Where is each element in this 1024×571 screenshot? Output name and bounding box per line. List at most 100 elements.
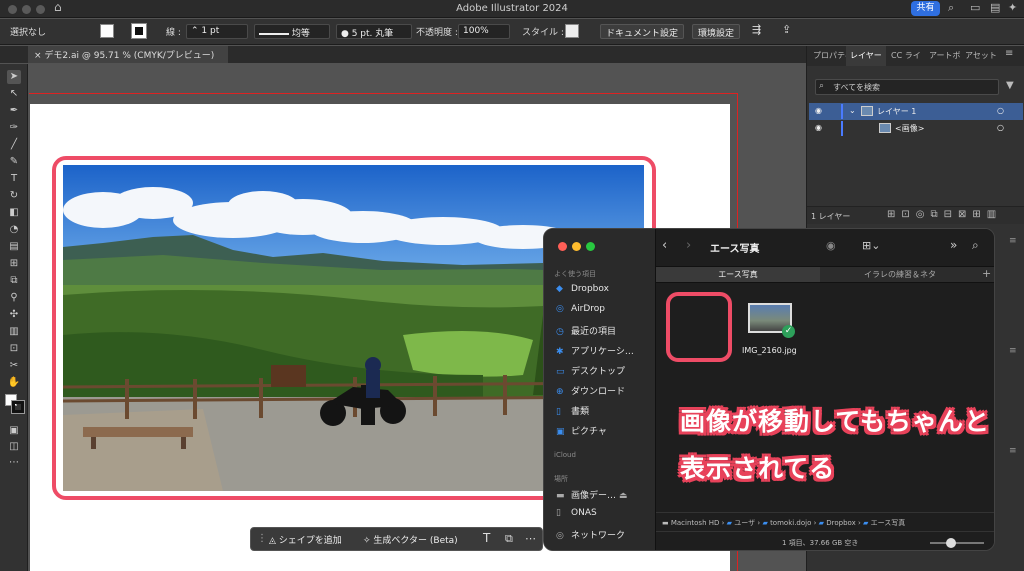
filter-icon[interactable]: ▼	[1006, 80, 1014, 91]
tab-layers[interactable]: レイヤー	[846, 46, 886, 66]
align-icon[interactable]: ⇶	[752, 23, 761, 36]
extensions-icon[interactable]: ✦	[1008, 1, 1017, 14]
sidebar-item-applications[interactable]: ✱ アプリケーシ…	[556, 344, 634, 357]
layers-footer-actions-icon[interactable]: ⊞⊡◎⧉⊟⊠⊞▥	[887, 209, 1002, 220]
add-shape-button[interactable]: ◬ シェイプを追加	[269, 533, 342, 546]
curvature-tool-icon[interactable]: ✑	[7, 121, 21, 135]
arrange-icon[interactable]: ▤	[990, 1, 1000, 14]
preferences-button[interactable]: 環境設定	[692, 24, 741, 39]
sidebar-item-disk[interactable]: ▬ 画像デー… ⏏	[556, 488, 627, 501]
sidebar-item-recents[interactable]: ◷ 最近の項目	[556, 324, 616, 337]
fill-swatch[interactable]	[100, 24, 114, 38]
icon-size-slider-knob[interactable]	[946, 538, 956, 548]
eraser-tool-icon[interactable]: ◧	[7, 206, 21, 220]
style-swatch[interactable]	[565, 24, 579, 38]
finder-tab-active[interactable]: エース写真	[656, 267, 820, 282]
line-tool-icon[interactable]: ╱	[7, 138, 21, 152]
direct-selection-tool-icon[interactable]: ↖	[7, 87, 21, 101]
pen-tool-icon[interactable]: ✒	[7, 104, 21, 118]
sidebar-item-airdrop[interactable]: ◎ AirDrop	[556, 304, 605, 314]
drag-handle-icon[interactable]: ⋮	[257, 533, 267, 544]
eject-icon[interactable]: ⏏	[616, 491, 628, 501]
tab-assets[interactable]: アセット	[965, 50, 997, 61]
selection-tool-icon[interactable]: ➤	[7, 70, 21, 84]
target-circle-icon[interactable]: ○	[997, 123, 1004, 132]
finder-search-icon[interactable]: ⌕	[972, 238, 979, 253]
finder-tab-second[interactable]: イラレの練習＆ネタ	[822, 267, 978, 282]
dropbox-icon: ◆	[556, 284, 563, 294]
layer-row-1[interactable]: ◉ ⌄ レイヤー 1 ○	[809, 103, 1023, 120]
path-item[interactable]: Macintosh HD	[671, 519, 720, 527]
sidebar-item-dropbox[interactable]: ◆ Dropbox	[556, 284, 609, 294]
draw-mode-icon[interactable]: ◫	[7, 440, 21, 454]
sidebar-item-network[interactable]: ◎ ネットワーク	[556, 528, 625, 541]
file-name[interactable]: IMG_2160.jpg	[742, 346, 797, 355]
type-tool-icon[interactable]: T	[7, 172, 21, 186]
search-icon[interactable]: ⌕	[948, 1, 954, 15]
forward-chevron-icon[interactable]: ›	[686, 238, 691, 253]
stroke-swatch[interactable]	[131, 23, 147, 39]
icon-size-slider[interactable]	[930, 542, 984, 544]
share-button[interactable]: 共有	[911, 1, 940, 16]
path-item[interactable]: Dropbox	[826, 519, 856, 527]
expand-chevron-icon[interactable]: ⌄	[849, 106, 856, 115]
blend-tool-icon[interactable]: ⧉	[7, 274, 21, 288]
gradient-tool-icon[interactable]: ▤	[7, 240, 21, 254]
artboard-tool-icon[interactable]: ⊡	[7, 342, 21, 356]
target-circle-icon[interactable]: ○	[997, 106, 1004, 115]
sidebar-item-downloads[interactable]: ⊕ ダウンロード	[556, 384, 625, 397]
sidebar-item-pictures[interactable]: ▣ ピクチャ	[556, 424, 607, 437]
collapsed-panel-icon[interactable]: ≡	[1009, 236, 1017, 246]
airdrop-toolbar-icon[interactable]: ◉	[826, 239, 836, 252]
back-chevron-icon[interactable]: ‹	[662, 238, 667, 253]
tab-cc-libraries[interactable]: CC ライ	[891, 50, 921, 61]
finder-close-button[interactable]	[558, 242, 567, 251]
visibility-eye-icon[interactable]: ◉	[815, 106, 822, 115]
visibility-eye-icon[interactable]: ◉	[815, 123, 822, 132]
tab-artboards[interactable]: アートボ	[929, 50, 961, 61]
generative-vector-button[interactable]: ✧ 生成ベクター (Beta)	[363, 533, 458, 546]
opacity-field[interactable]: 100%	[458, 24, 510, 39]
sublayer-name[interactable]: <画像>	[895, 123, 924, 134]
finder-minimize-button[interactable]	[572, 242, 581, 251]
graph-tool-icon[interactable]: ▥	[7, 325, 21, 339]
new-tab-plus-icon[interactable]: +	[982, 267, 991, 280]
color-mode-icon[interactable]: ▣	[7, 424, 21, 438]
stroke-weight-field[interactable]: ⌃ 1 pt	[186, 24, 248, 39]
document-tab[interactable]: × デモ2.ai @ 95.71 % (CMYK/プレビュー)	[28, 46, 228, 63]
sidebar-item-onas[interactable]: ▯ ONAS	[556, 508, 597, 518]
view-grid-icon[interactable]: ⊞⌄	[862, 239, 880, 252]
finder-zoom-button[interactable]	[586, 242, 595, 251]
workspace-icon[interactable]: ▭	[970, 1, 980, 14]
path-item[interactable]: ユーザ	[734, 519, 755, 527]
eyedropper-tool-icon[interactable]: ⚲	[7, 291, 21, 305]
sidebar-item-documents[interactable]: ▯ 書類	[556, 404, 589, 417]
pencil-tool-icon[interactable]: ✎	[7, 155, 21, 169]
brush-select[interactable]: ● 5 pt. 丸筆	[336, 24, 412, 39]
document-setup-button[interactable]: ドキュメント設定	[600, 24, 685, 39]
panel-menu-icon[interactable]: ≡	[1005, 48, 1013, 59]
collapsed-panel-icon[interactable]: ≡	[1009, 346, 1017, 356]
more-toolbar-icon[interactable]: »	[950, 238, 957, 252]
path-item[interactable]: エース写真	[871, 519, 906, 527]
sidebar-item-desktop[interactable]: ▭ デスクトップ	[556, 364, 625, 377]
more-options-icon[interactable]: ⋯	[525, 532, 536, 545]
symbol-sprayer-tool-icon[interactable]: ✣	[7, 308, 21, 322]
hand-tool-icon[interactable]: ✋	[7, 376, 21, 390]
layers-search-input[interactable]: すべてを検索	[815, 79, 999, 95]
layer-row-2[interactable]: ◉ <画像> ○	[809, 120, 1023, 137]
collapsed-panel-icon[interactable]: ≡	[1009, 446, 1017, 456]
stroke-profile-select[interactable]: 均等	[254, 24, 330, 39]
slice-tool-icon[interactable]: ✂	[7, 359, 21, 373]
shape-builder-tool-icon[interactable]: ◔	[7, 223, 21, 237]
mesh-tool-icon[interactable]: ⊞	[7, 257, 21, 271]
more-tools-icon[interactable]: ⋯	[7, 456, 21, 470]
type-icon[interactable]: T	[483, 531, 490, 545]
image-trace-icon[interactable]: ⧉	[505, 532, 513, 546]
rotate-tool-icon[interactable]: ↻	[7, 189, 21, 203]
layer-name[interactable]: レイヤー 1	[877, 106, 916, 117]
stroke-color-icon[interactable]	[11, 400, 25, 414]
export-icon[interactable]: ⇪	[782, 23, 791, 36]
path-item[interactable]: tomoki.dojo	[770, 519, 811, 527]
close-tab-icon[interactable]: ×	[34, 51, 44, 61]
